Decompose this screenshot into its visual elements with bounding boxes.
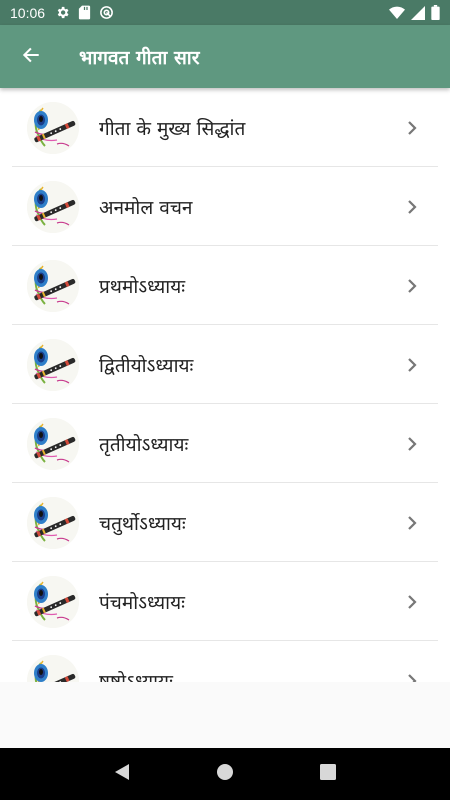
system-nav-bar bbox=[0, 748, 450, 800]
chevron-right-icon bbox=[392, 673, 432, 682]
nav-recents-button[interactable] bbox=[308, 754, 348, 794]
list-item-label: चतुर्थोऽध्यायः bbox=[99, 512, 186, 535]
settings-icon bbox=[55, 5, 70, 20]
peacock-feather-flute-icon bbox=[27, 417, 79, 470]
peacock-feather-flute-icon bbox=[27, 575, 79, 628]
peacock-feather-flute-icon bbox=[27, 496, 79, 549]
list-item-label: द्वितीयोऽध्यायः bbox=[99, 354, 194, 377]
sd-card-icon bbox=[78, 5, 91, 20]
list-bottom-spacer bbox=[0, 682, 450, 748]
list-item[interactable]: चतुर्थोऽध्यायः bbox=[0, 483, 450, 562]
peacock-feather-flute-icon bbox=[27, 180, 79, 233]
list-item[interactable]: पंचमोऽध्यायः bbox=[0, 562, 450, 641]
page-title: भागवत गीता सार bbox=[79, 46, 200, 69]
battery-icon bbox=[431, 5, 440, 20]
wifi-icon bbox=[389, 6, 405, 20]
list-item[interactable]: प्रथमोऽध्यायः bbox=[0, 246, 450, 325]
list-item-label: षष्ठोऽध्यायः bbox=[99, 670, 173, 683]
chevron-right-icon bbox=[392, 515, 432, 531]
list-item[interactable]: गीता के मुख्य सिद्धांत bbox=[0, 88, 450, 167]
nav-home-button[interactable] bbox=[205, 754, 245, 794]
back-triangle-icon bbox=[114, 763, 130, 785]
list-item-label: गीता के मुख्य सिद्धांत bbox=[99, 117, 246, 140]
status-bar: 10:06 bbox=[0, 0, 450, 25]
list-item-label: अनमोल वचन bbox=[99, 196, 193, 219]
list-item[interactable]: षष्ठोऽध्यायः bbox=[0, 641, 450, 682]
list-item-label: प्रथमोऽध्यायः bbox=[99, 275, 186, 298]
status-time: 10:06 bbox=[10, 4, 46, 21]
list-item-label: पंचमोऽध्यायः bbox=[99, 591, 185, 614]
arrow-back-icon bbox=[21, 45, 41, 69]
signal-icon bbox=[411, 5, 425, 20]
status-icons-left bbox=[55, 5, 114, 20]
list-item[interactable]: तृतीयोऽध्यायः bbox=[0, 404, 450, 483]
list-item-label: तृतीयोऽध्यायः bbox=[99, 433, 189, 456]
app-bar: भागवत गीता सार bbox=[0, 25, 450, 88]
chevron-right-icon bbox=[392, 594, 432, 610]
home-circle-icon bbox=[216, 763, 234, 785]
peacock-feather-flute-icon bbox=[27, 338, 79, 391]
chevron-right-icon bbox=[392, 357, 432, 373]
list-item[interactable]: अनमोल वचन bbox=[0, 167, 450, 246]
chevron-right-icon bbox=[392, 199, 432, 215]
list-item[interactable]: द्वितीयोऽध्यायः bbox=[0, 325, 450, 404]
peacock-feather-flute-icon bbox=[27, 101, 79, 154]
chevron-right-icon bbox=[392, 436, 432, 452]
status-icons-right bbox=[389, 5, 440, 20]
chapter-list: गीता के मुख्य सिद्धांत अनमोल वचन प्रथमोऽ… bbox=[0, 88, 450, 682]
recents-square-icon bbox=[320, 764, 337, 784]
chevron-right-icon bbox=[392, 278, 432, 294]
nav-back-button[interactable] bbox=[102, 754, 142, 794]
peacock-feather-flute-icon bbox=[27, 654, 79, 682]
back-button[interactable] bbox=[0, 25, 62, 88]
chevron-right-icon bbox=[392, 120, 432, 136]
data-saver-icon bbox=[99, 5, 114, 20]
peacock-feather-flute-icon bbox=[27, 259, 79, 312]
